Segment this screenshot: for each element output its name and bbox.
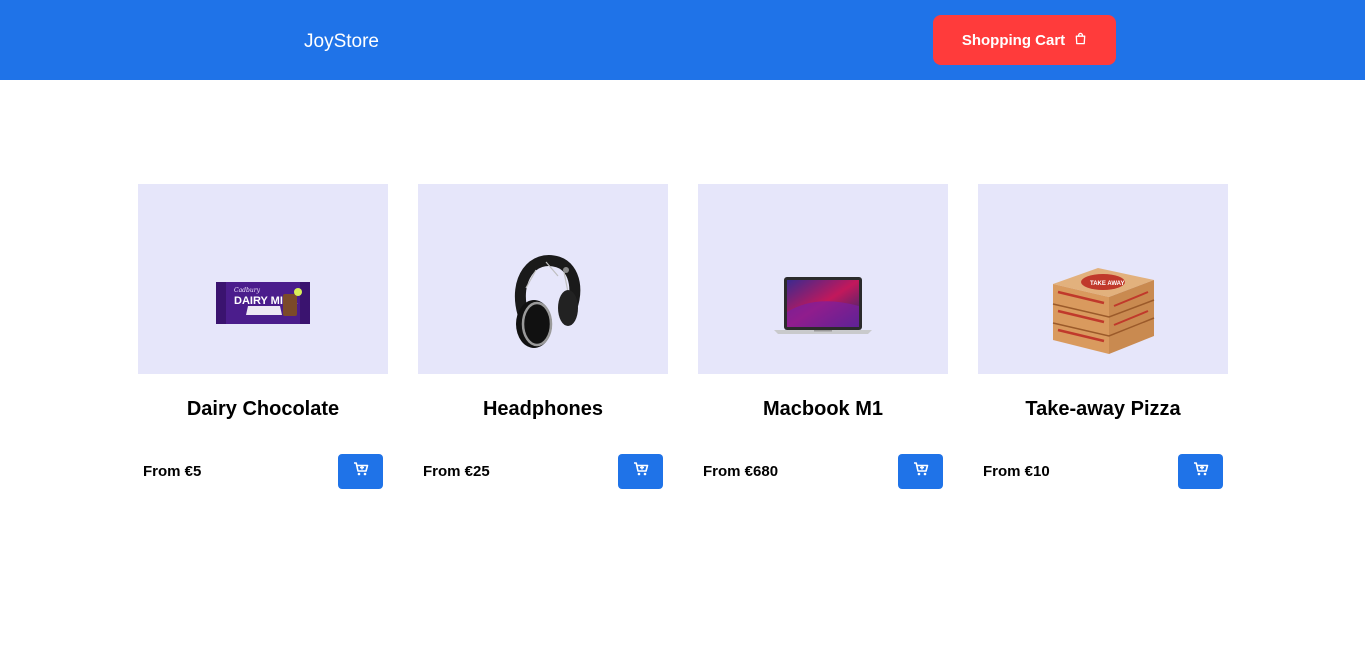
- product-title: Dairy Chocolate: [186, 398, 340, 420]
- product-card: TAKE AWAY Take-away Pizza From €10: [978, 184, 1228, 494]
- add-to-cart-button[interactable]: [338, 454, 383, 489]
- add-to-cart-button[interactable]: [898, 454, 943, 489]
- product-card: Cadbury DAIRY MILK Dairy Chocolate From …: [138, 184, 388, 494]
- product-grid: Cadbury DAIRY MILK Dairy Chocolate From …: [0, 0, 1365, 656]
- cart-plus-icon: [353, 461, 369, 482]
- chocolate-brand-text: Cadbury: [234, 287, 261, 294]
- add-to-cart-button[interactable]: [618, 454, 663, 489]
- product-card: Macbook M1 From €680: [698, 184, 948, 494]
- chocolate-bar-image[interactable]: Cadbury DAIRY MILK: [138, 184, 388, 374]
- cart-plus-icon: [1193, 461, 1209, 482]
- product-price: From €10: [983, 463, 1050, 480]
- cart-plus-icon: [633, 461, 649, 482]
- product-card: Headphones From €25: [418, 184, 668, 494]
- add-to-cart-button[interactable]: [1178, 454, 1223, 489]
- product-title: Take-away Pizza: [1025, 398, 1181, 420]
- cart-plus-icon: [913, 461, 929, 482]
- product-title: Headphones: [482, 398, 604, 420]
- headphones-image[interactable]: [418, 184, 668, 374]
- product-title: Macbook M1: [762, 398, 884, 420]
- product-price: From €680: [703, 463, 779, 480]
- pizza-box-text: TAKE AWAY: [1090, 281, 1124, 287]
- product-price: From €5: [143, 463, 202, 480]
- product-price: From €25: [423, 463, 490, 480]
- laptop-image[interactable]: [698, 184, 948, 374]
- pizza-boxes-image[interactable]: TAKE AWAY: [978, 184, 1228, 374]
